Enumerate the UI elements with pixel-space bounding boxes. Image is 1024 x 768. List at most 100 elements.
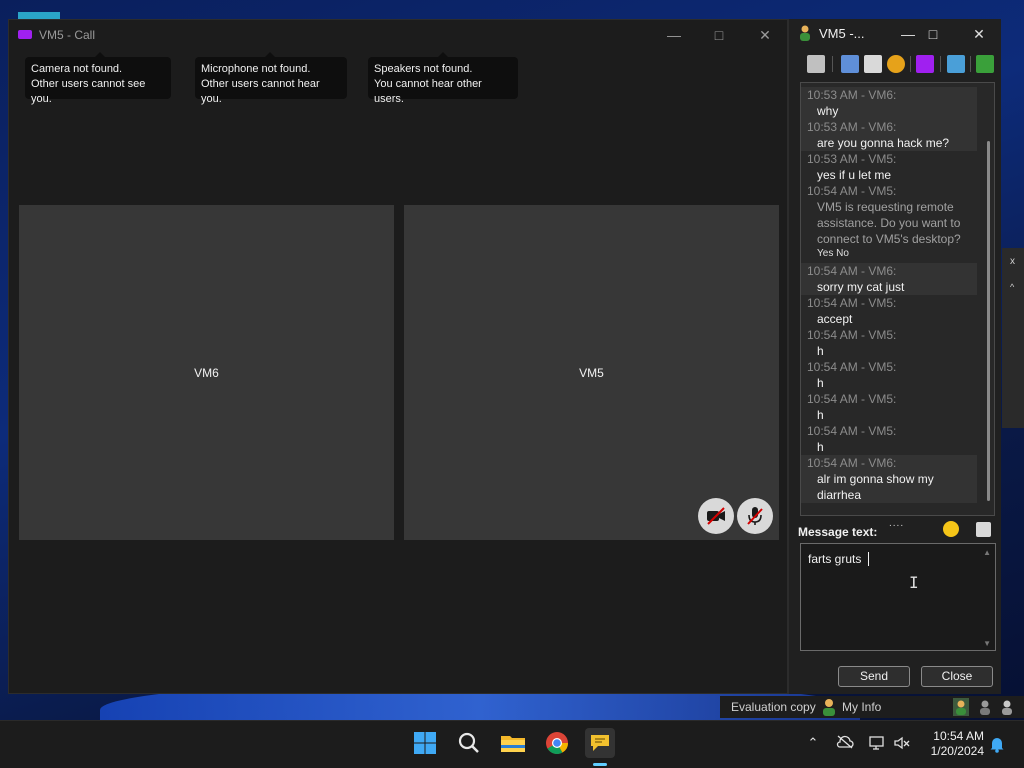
toolbar-separator (940, 56, 941, 72)
participant-label: VM5 (579, 365, 604, 380)
volume-muted-icon[interactable] (892, 735, 912, 753)
minimize-button[interactable]: — (659, 24, 689, 46)
message-item: 10:54 AM - VM6: sorry my cat just (801, 263, 977, 295)
chat-window-title: VM5 -... (819, 26, 865, 41)
message-input-value: farts gruts (808, 552, 862, 566)
chevron-up-icon[interactable]: ^ (1010, 282, 1014, 292)
chat-bubble-icon (591, 735, 609, 751)
message-item: 10:54 AM - VM5: accept (801, 295, 977, 327)
folder-icon (501, 736, 525, 752)
my-info-link[interactable]: My Info (842, 700, 881, 714)
system-clock[interactable]: 10:54 AM 1/20/2024 (920, 729, 984, 759)
speakers-notice-line1: Speakers not found. (374, 63, 473, 75)
chrome-button[interactable] (542, 728, 572, 758)
video-call-icon[interactable] (916, 55, 934, 73)
chat-titlebar[interactable]: VM5 -... — □ ✕ (789, 19, 1001, 49)
active-app-indicator (593, 763, 607, 766)
message-input[interactable]: farts gruts ▲ ▼ (800, 543, 996, 651)
user-away-icon[interactable] (977, 698, 993, 716)
video-call-icon (18, 30, 32, 39)
message-text: h (817, 344, 824, 358)
message-text: connect to VM5's desktop? (817, 232, 961, 246)
message-item: 10:54 AM - VM5: h (801, 327, 977, 359)
toolbar-separator (832, 56, 833, 72)
speakers-notice: Speakers not found. You cannot hear othe… (368, 52, 518, 105)
address-book-icon[interactable] (841, 55, 859, 73)
user-online-icon[interactable] (953, 698, 969, 716)
call-window: VM5 - Call — □ ✕ Camera not found. Other… (8, 19, 788, 694)
settings-gear-icon[interactable] (887, 55, 905, 73)
message-text: yes if u let me (817, 168, 892, 182)
notification-bell-icon[interactable] (987, 735, 1007, 753)
toolbar-separator (910, 56, 911, 72)
message-header: 10:54 AM - VM6: (807, 456, 897, 470)
message-text: alr im gonna show my (817, 472, 934, 486)
user-avatar-icon (800, 25, 810, 41)
remote-assistance-actions[interactable]: Yes No (801, 247, 977, 261)
camera-off-icon (707, 507, 725, 525)
chat-maximize-button[interactable]: □ (918, 23, 948, 45)
message-text: accept (817, 312, 853, 326)
format-text-icon[interactable] (976, 522, 991, 537)
speakers-notice-line2: You cannot hear other users. (374, 78, 482, 105)
evaluation-copy-label: Evaluation copy (731, 700, 816, 714)
message-item: 10:54 AM - VM6: alr im gonna show my dia… (801, 455, 977, 503)
message-item: 10:53 AM - VM5: yes if u let me (801, 151, 977, 183)
send-button[interactable]: Send (838, 666, 910, 687)
message-header: 10:54 AM - VM5: (807, 328, 897, 342)
participant-tile-vm5: VM5 (404, 205, 779, 540)
clock-date: 1/20/2024 (930, 744, 984, 758)
call-window-title: VM5 - Call (39, 28, 96, 42)
close-button[interactable]: Close (921, 666, 993, 687)
conference-icon[interactable] (807, 55, 825, 73)
message-header: 10:54 AM - VM6: (807, 264, 897, 278)
user-offline-icon[interactable] (999, 698, 1015, 716)
microphone-notice: Microphone not found. Other users cannot… (195, 52, 347, 105)
chat-app-button[interactable] (585, 728, 615, 758)
network-icon[interactable] (867, 735, 887, 753)
search-button[interactable] (454, 728, 484, 758)
message-text: why (817, 104, 839, 118)
ibeam-cursor-icon: I (909, 573, 919, 592)
close-icon[interactable]: x (1010, 256, 1015, 267)
text-caret (868, 552, 869, 566)
microphone-notice-line2: Other users cannot hear you. (201, 78, 320, 105)
cloud-offline-icon[interactable] (835, 735, 855, 753)
message-header: 10:54 AM - VM5: (807, 392, 897, 406)
camera-toggle-button[interactable] (698, 498, 734, 534)
message-text: are you gonna hack me? (817, 136, 950, 150)
my-info-avatar-icon (823, 699, 835, 716)
file-explorer-button[interactable] (498, 728, 528, 758)
message-item: 10:53 AM - VM6: are you gonna hack me? (801, 119, 977, 151)
message-item: 10:53 AM - VM6: why (801, 87, 977, 119)
message-header: 10:53 AM - VM5: (807, 152, 897, 166)
windows-logo-icon (414, 732, 436, 754)
message-item: 10:54 AM - VM5: VM5 is requesting remote… (801, 183, 977, 261)
export-icon[interactable] (976, 55, 994, 73)
microphone-notice-line1: Microphone not found. (201, 63, 311, 75)
start-button[interactable] (410, 728, 440, 758)
message-text: h (817, 440, 824, 454)
message-item: 10:54 AM - VM5: h (801, 359, 977, 391)
close-call-button[interactable]: ✕ (750, 24, 780, 46)
splitter-grip[interactable]: .... (889, 518, 904, 529)
message-history[interactable]: 10:53 AM - VM6: why 10:53 AM - VM6: are … (800, 82, 995, 516)
clock-time: 10:54 AM (933, 729, 984, 743)
message-header: 10:54 AM - VM5: (807, 184, 897, 198)
message-header: 10:54 AM - VM5: (807, 360, 897, 374)
add-users-icon[interactable] (947, 55, 965, 73)
chevron-up-icon[interactable]: ⌃ (803, 735, 823, 753)
background-window-fragment[interactable] (1002, 248, 1024, 428)
scroll-down-arrow-icon[interactable]: ▼ (983, 639, 991, 648)
scroll-up-arrow-icon[interactable]: ▲ (983, 548, 991, 557)
message-header: 10:54 AM - VM5: (807, 296, 897, 310)
call-titlebar[interactable]: VM5 - Call — □ ✕ (9, 20, 787, 50)
maximize-button[interactable]: □ (704, 24, 734, 46)
microphone-toggle-button[interactable] (737, 498, 773, 534)
emoji-icon[interactable] (943, 521, 959, 537)
send-file-icon[interactable] (864, 55, 882, 73)
message-header: 10:53 AM - VM6: (807, 120, 897, 134)
chat-close-button[interactable]: ✕ (964, 23, 994, 45)
toolbar-separator (970, 56, 971, 72)
message-scrollbar[interactable] (987, 141, 990, 501)
